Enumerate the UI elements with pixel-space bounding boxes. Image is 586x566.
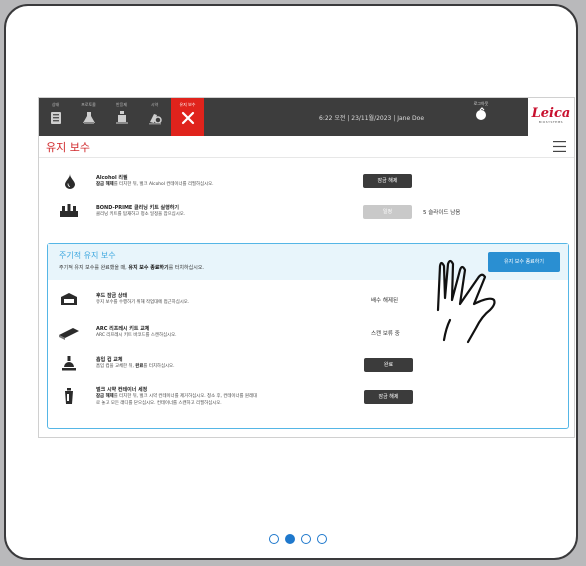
bulk-container-desc-rest: 를 터치한 뒤, 벌크 시약 컨테이너를 제거하십시오. 청소 후, 컨테이너를… bbox=[113, 394, 258, 399]
top-navigation-bar: 상태 프로토콜 반응제 시약 유지 보수 6:22 오전 | 23/11월/20… bbox=[39, 98, 574, 136]
hood-lock-status: 배수 해제된 bbox=[371, 298, 399, 304]
logout-button[interactable]: 로그아웃 bbox=[469, 102, 493, 125]
brand-name: Leica bbox=[531, 106, 571, 121]
touch-hand-icon bbox=[436, 259, 496, 344]
logout-label: 로그아웃 bbox=[473, 101, 489, 106]
bulk-container-title: 벌크 시약 컨테이너 세정 bbox=[96, 387, 148, 393]
nav-status[interactable]: 상태 bbox=[39, 98, 72, 136]
cleaning-kit-desc: 클리닝 키트를 탑재하고 청소 일정을 잡으십시오. bbox=[96, 212, 186, 217]
nav-maintenance[interactable]: 유지 보수 bbox=[171, 98, 204, 136]
nav-reagent-supply[interactable]: 시약 bbox=[138, 98, 171, 136]
nav-protocols-label: 프로토콜 bbox=[81, 102, 96, 107]
hood-lock-desc: 유지 보수를 수행하기 위해 작업대에 접근하십시오. bbox=[96, 300, 190, 305]
nav-reagents-label: 반응제 bbox=[115, 102, 128, 107]
cleaning-kit-icon bbox=[60, 204, 78, 217]
status-datetime-user: 6:22 오전 | 23/11월/2023 | Jane Doe bbox=[319, 115, 425, 122]
tablet-frame: 상태 프로토콜 반응제 시약 유지 보수 6:22 오전 | 23/11월/20… bbox=[4, 4, 578, 560]
nav-status-label: 상태 bbox=[51, 102, 60, 107]
nav-protocols[interactable]: 프로토콜 bbox=[72, 98, 105, 136]
reagent-bottle-icon bbox=[115, 111, 128, 124]
protocol-flask-icon bbox=[82, 112, 95, 124]
alcohol-refill-desc-rest: 를 터치한 뒤, 벌크 Alcohol 컨테이너를 리필하십시오. bbox=[113, 182, 214, 187]
bulk-container-icon bbox=[65, 388, 73, 404]
page-title: 유지 보수 bbox=[46, 141, 90, 154]
nav-reagents[interactable]: 반응제 bbox=[105, 98, 138, 136]
page-dot-4[interactable] bbox=[317, 534, 327, 544]
periodic-maintenance-title: 주기적 유지 보수 bbox=[59, 251, 116, 260]
periodic-subtitle-pre: 주기적 유지 보수를 완료했을 때, bbox=[59, 265, 129, 271]
suction-cup-desc-post: 를 터치하십시오. bbox=[143, 364, 175, 369]
arc-kit-status: 스캔 보류 중 bbox=[371, 331, 400, 337]
arc-refresh-kit-icon bbox=[59, 328, 79, 340]
nav-reagent-supply-label: 시약 bbox=[150, 102, 159, 107]
unlock-alcohol-button[interactable]: 잠금 해제 bbox=[363, 174, 412, 188]
complete-button[interactable]: 완료 bbox=[364, 358, 413, 372]
hood-lock-title: 후드 잠금 상태 bbox=[96, 293, 128, 299]
bulk-container-desc-line2: 로 놓고 모든 래디를 닫으십시오. 컨테이너를 스캔하고 리필하십시오. bbox=[96, 401, 222, 406]
instrument-hood-icon bbox=[61, 293, 77, 305]
leica-logo: Leica BIOSYSTEMS bbox=[528, 98, 574, 136]
schedule-button[interactable]: 일정 bbox=[363, 205, 412, 219]
arc-kit-title: ARC 리프레시 키트 교체 bbox=[96, 326, 150, 332]
unlock-bulk-button[interactable]: 잠금 해제 bbox=[364, 390, 413, 404]
page-dot-2[interactable] bbox=[285, 534, 295, 544]
maintenance-tools-icon bbox=[181, 111, 194, 125]
suction-cup-icon bbox=[62, 356, 76, 371]
page-dot-3[interactable] bbox=[301, 534, 311, 544]
slide-rack-icon bbox=[50, 112, 61, 124]
cleaning-kit-title: BOND-PRIME 클리닝 키트 실행하기 bbox=[96, 205, 179, 211]
suction-cup-desc-pre: 흡입 컵을 교체한 뒤, bbox=[96, 364, 136, 369]
suction-cup-title: 흡입 컵 교체 bbox=[96, 357, 123, 363]
nav-maintenance-label: 유지 보수 bbox=[179, 102, 196, 107]
arc-kit-desc: ARC 리프레시 키트 바코드를 스캔하십시오. bbox=[96, 333, 177, 338]
cleaning-kit-status: 5 슬라이드 남음 bbox=[423, 210, 461, 216]
page-dot-1[interactable] bbox=[269, 534, 279, 544]
periodic-subtitle-post: 를 터치하십시오. bbox=[168, 265, 205, 271]
alcohol-drop-icon bbox=[65, 174, 75, 189]
suction-cup-desc: 흡입 컵을 교체한 뒤, 완료를 터치하십시오. bbox=[96, 364, 174, 371]
user-logout-icon bbox=[476, 107, 486, 120]
periodic-subtitle-bold: 유지 보수 종료하기 bbox=[128, 265, 169, 271]
microscope-icon bbox=[148, 114, 162, 125]
bulk-container-desc-bold: 잠금 해제 bbox=[96, 394, 114, 399]
periodic-maintenance-subtitle: 주기적 유지 보수를 완료했을 때, 유지 보수 종료하기를 터치하십시오. bbox=[59, 264, 204, 271]
alcohol-refill-desc-bold: 잠금 해제 bbox=[96, 182, 114, 187]
page-title-row: 유지 보수 bbox=[39, 136, 574, 158]
list-menu-icon[interactable] bbox=[553, 141, 566, 152]
alcohol-refill-title: Alcohol 리필 bbox=[96, 175, 128, 181]
bulk-container-desc: 잠금 해제를 터치한 뒤, 벌크 시약 컨테이너를 제거하십시오. 청소 후, … bbox=[96, 394, 257, 401]
alcohol-refill-desc: 잠금 해제를 터치한 뒤, 벌크 Alcohol 컨테이너를 리필하십시오. bbox=[96, 182, 214, 189]
